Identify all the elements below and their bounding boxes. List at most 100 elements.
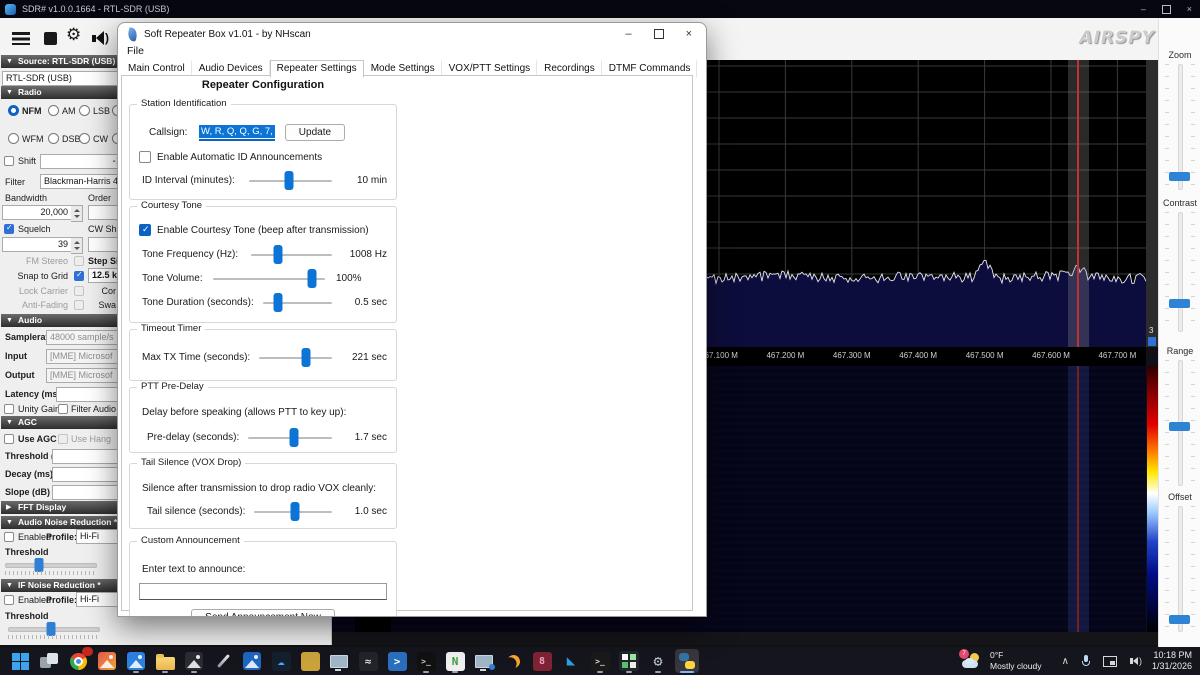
dialog-close-button[interactable]: × <box>686 28 692 40</box>
offset-slider-thumb[interactable] <box>1169 615 1190 624</box>
stop-icon[interactable] <box>44 32 57 45</box>
filter-audio-label: Filter Audio <box>71 404 116 414</box>
powershell-icon[interactable]: > <box>385 649 409 673</box>
max-tx-time-value: 221 sec <box>341 352 387 363</box>
max-tx-time-slider[interactable] <box>259 357 332 359</box>
id-interval-slider[interactable] <box>249 180 332 182</box>
dialog-minimize-button[interactable]: – <box>625 28 631 40</box>
mode-radio-lsb[interactable] <box>79 105 90 116</box>
offset-slider[interactable] <box>1178 506 1183 632</box>
zoom-slider[interactable] <box>1178 64 1183 190</box>
remote-desktop-icon[interactable] <box>472 649 496 673</box>
freq-tick-label: 467.500 M <box>966 351 1004 360</box>
range-slider-thumb[interactable] <box>1169 422 1190 431</box>
tone-duration-slider[interactable] <box>263 302 332 304</box>
contrast-slider-ticks <box>1191 212 1195 330</box>
red-app-icon[interactable]: 8 <box>530 649 554 673</box>
zoom-slider-ticks <box>1191 64 1195 188</box>
bandwidth-input[interactable]: 20,000 <box>2 205 72 220</box>
bandwidth-spinner[interactable] <box>71 205 83 222</box>
sketch-app-icon[interactable]: ≈ <box>356 649 380 673</box>
contrast-slider-thumb[interactable] <box>1169 299 1190 308</box>
tab-repeater-settings[interactable]: Repeater Settings <box>270 60 364 78</box>
anr-threshold-slider[interactable] <box>5 563 97 568</box>
cast-icon[interactable] <box>1103 656 1117 667</box>
shift-checkbox[interactable] <box>4 156 14 166</box>
snap-to-grid-checkbox[interactable] <box>74 271 84 281</box>
waterfall-tuned-line <box>1077 366 1079 632</box>
vscode-icon[interactable]: ◣ <box>559 649 583 673</box>
tone-frequency-slider[interactable] <box>251 254 332 256</box>
freq-tick-label: 467.200 M <box>766 351 804 360</box>
zoom-slider-thumb[interactable] <box>1169 172 1190 181</box>
start-icon[interactable] <box>8 649 32 673</box>
chrome-icon[interactable] <box>66 649 90 673</box>
taskbar-clock[interactable]: 10:18 PM 1/31/2026 <box>1152 650 1192 673</box>
use-agc-checkbox[interactable] <box>4 434 14 444</box>
squelch-input[interactable]: 39 <box>2 237 72 252</box>
auto-id-checkbox[interactable] <box>139 151 151 163</box>
pen-icon[interactable] <box>211 649 235 673</box>
tone-volume-label: Tone Volume: <box>142 273 204 284</box>
mode-radio-cw[interactable] <box>79 133 90 144</box>
main-minimize-button[interactable]: – <box>1141 4 1146 14</box>
mode-radio-am[interactable] <box>48 105 59 116</box>
squelch-checkbox[interactable] <box>4 224 14 234</box>
weather-cloud-icon: 7 <box>962 653 984 669</box>
main-maximize-button[interactable] <box>1162 5 1171 14</box>
enable-courtesy-tone-checkbox[interactable] <box>139 224 151 236</box>
agc-decay-label: Decay (ms) <box>5 469 53 479</box>
spectrum-scrollbar[interactable]: 3 <box>1146 60 1158 347</box>
announce-input[interactable] <box>139 583 387 600</box>
tail-silence-slider[interactable] <box>254 511 332 513</box>
inr-threshold-slider[interactable] <box>8 627 100 632</box>
dialog-maximize-button[interactable] <box>654 29 664 39</box>
python-thonny-icon[interactable] <box>675 649 699 673</box>
settings-gear-icon[interactable]: ⚙ <box>66 26 81 43</box>
pre-delay-slider[interactable] <box>248 437 332 439</box>
terminal-icon[interactable]: >_ <box>414 649 438 673</box>
cloud-app-icon[interactable]: ☁ <box>269 649 293 673</box>
tone-duration-label: Tone Duration (seconds): <box>142 297 254 308</box>
mode-radio-nfm[interactable] <box>8 105 19 116</box>
squelch-spinner[interactable] <box>71 237 83 254</box>
soft-repeater-box-dialog: Soft Repeater Box v1.01 - by NHscan – × … <box>117 22 707 617</box>
file-menu[interactable]: File <box>127 45 144 57</box>
photos-blue-icon[interactable] <box>240 649 264 673</box>
app-grid-icon[interactable] <box>617 649 641 673</box>
pc-app-icon[interactable] <box>327 649 351 673</box>
notepad-plus-icon[interactable]: N <box>443 649 467 673</box>
inr-enabled-checkbox[interactable] <box>4 595 14 605</box>
menu-icon[interactable] <box>12 32 30 45</box>
spectrum-scroll-thumb[interactable] <box>1148 337 1156 346</box>
update-button[interactable]: Update <box>285 124 345 141</box>
speaker-icon[interactable]: ) <box>1130 656 1142 666</box>
tail-silence-value: 1.0 sec <box>341 506 387 517</box>
send-announcement-button[interactable]: Send Announcement Now <box>191 609 335 617</box>
cmd-icon[interactable]: >_ <box>588 649 612 673</box>
contrast-slider[interactable] <box>1178 212 1183 332</box>
paint-app-icon[interactable] <box>298 649 322 673</box>
settings-icon[interactable]: ⚙ <box>646 649 670 673</box>
inr-profile-label: Profile: <box>46 595 77 605</box>
anti-fading-checkbox <box>74 300 84 310</box>
store-icon[interactable] <box>95 649 119 673</box>
microphone-icon[interactable] <box>1082 655 1090 667</box>
weather-temp: 0°F <box>990 650 1042 661</box>
photos-app-icon[interactable] <box>124 649 148 673</box>
mode-radio-dsb[interactable] <box>48 133 59 144</box>
tone-volume-slider[interactable] <box>213 278 325 280</box>
mode-radio-wfm[interactable] <box>8 133 19 144</box>
filter-audio-checkbox[interactable] <box>58 404 68 414</box>
main-close-button[interactable]: × <box>1187 4 1192 14</box>
taskbar-weather[interactable]: 7 0°F Mostly cloudy <box>962 647 1042 675</box>
callsign-field[interactable]: W, R, Q, Q, G, 7, <box>199 124 275 141</box>
task-view-icon[interactable] <box>37 649 61 673</box>
volume-icon[interactable]: ) <box>92 31 109 45</box>
snipping-tool-icon[interactable] <box>182 649 206 673</box>
anr-enabled-checkbox[interactable] <box>4 532 14 542</box>
tray-overflow-chevron-icon[interactable]: ∧ <box>1062 656 1069 667</box>
moon-app-icon[interactable] <box>501 649 525 673</box>
file-explorer-icon[interactable] <box>153 649 177 673</box>
unity-gain-checkbox[interactable] <box>4 404 14 414</box>
